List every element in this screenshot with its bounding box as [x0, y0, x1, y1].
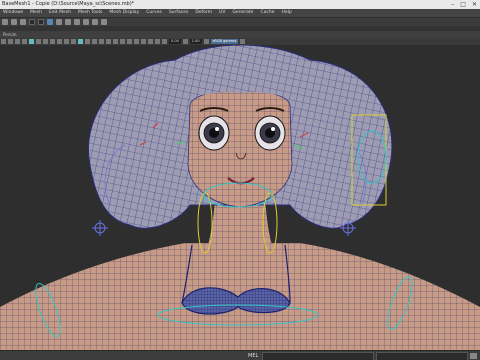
menu-surfaces[interactable]: Surfaces [169, 9, 189, 17]
wireframe-on-shaded-icon[interactable] [92, 39, 97, 44]
minimize-icon[interactable]: – [451, 0, 454, 9]
view-transform-select[interactable]: sRGB gamma [210, 39, 239, 44]
menu-mesh[interactable]: Mesh [30, 9, 42, 17]
bookmark-icon[interactable] [15, 39, 20, 44]
snap-curve-icon[interactable] [65, 19, 71, 25]
grid-icon[interactable] [29, 39, 34, 44]
dropdown-chevron-icon[interactable] [240, 39, 246, 44]
maya-window: BaseMesh1 - Copie (D:\Source\Maya_sc\Sce… [0, 0, 480, 360]
anti-alias-icon[interactable] [134, 39, 139, 44]
panel-menu: Persim [0, 31, 480, 38]
menu-edit-mesh[interactable]: Edit Mesh [49, 9, 71, 17]
status-line [0, 17, 480, 26]
viewport-toolbar: 0.00 1.00 sRGB gamma [0, 38, 480, 45]
depth-of-field-icon[interactable] [141, 39, 146, 44]
right-eye[interactable] [254, 115, 286, 151]
3d-viewport[interactable] [0, 45, 480, 350]
camera-icon[interactable] [1, 39, 6, 44]
panel-menu-label[interactable]: Persim [3, 32, 16, 37]
field-chart-icon[interactable] [57, 39, 62, 44]
window-title: BaseMesh1 - Copie (D:\Source\Maya_sc\Sce… [2, 1, 135, 7]
main-menu-bar: Windows Mesh Edit Mesh Mesh Tools Mesh D… [0, 9, 480, 17]
menu-mesh-tools[interactable]: Mesh Tools [78, 9, 102, 17]
window-controls: – □ ✕ [451, 0, 477, 9]
viewport-canvas[interactable] [0, 45, 480, 350]
wireframe-icon[interactable] [78, 39, 83, 44]
safe-action-icon[interactable] [64, 39, 69, 44]
render-settings-icon[interactable] [101, 19, 107, 25]
menu-curves[interactable]: Curves [146, 9, 162, 17]
menu-uv[interactable]: UV [219, 9, 225, 17]
menu-generate[interactable]: Generate [232, 9, 253, 17]
save-scene-icon[interactable] [20, 19, 26, 25]
gamma-icon [182, 39, 188, 44]
maximize-icon[interactable]: □ [460, 0, 466, 9]
render-icon[interactable] [83, 19, 89, 25]
gamma-field[interactable]: 1.00 [189, 39, 202, 44]
paint-select-icon[interactable] [47, 19, 53, 25]
ambient-occlusion-icon[interactable] [120, 39, 125, 44]
menu-cache[interactable]: Cache [260, 9, 274, 17]
command-result-field [376, 352, 468, 360]
select-icon[interactable] [29, 19, 35, 25]
snap-point-icon[interactable] [74, 19, 80, 25]
left-eye[interactable] [198, 115, 230, 151]
ipr-render-icon[interactable] [92, 19, 98, 25]
lights-icon[interactable] [106, 39, 111, 44]
gate-mask-icon[interactable] [50, 39, 55, 44]
lock-camera-icon[interactable] [8, 39, 13, 44]
lasso-icon[interactable] [38, 19, 44, 25]
shadows-icon[interactable] [113, 39, 118, 44]
open-scene-icon[interactable] [11, 19, 17, 25]
image-plane-icon[interactable] [22, 39, 27, 44]
color-management-icon[interactable] [203, 39, 209, 44]
smooth-shade-icon[interactable] [85, 39, 90, 44]
snap-grid-icon[interactable] [56, 19, 62, 25]
menu-mesh-display[interactable]: Mesh Display [109, 9, 139, 17]
menu-windows[interactable]: Windows [3, 9, 23, 17]
xray-joints-icon[interactable] [162, 39, 167, 44]
close-icon[interactable]: ✕ [472, 0, 477, 9]
motion-blur-icon[interactable] [127, 39, 132, 44]
menu-deform[interactable]: Deform [195, 9, 212, 17]
xray-icon[interactable] [155, 39, 160, 44]
textured-icon[interactable] [99, 39, 104, 44]
script-editor-icon[interactable] [470, 353, 477, 359]
menu-help[interactable]: Help [281, 9, 291, 17]
safe-title-icon[interactable] [71, 39, 76, 44]
command-line: MEL [0, 350, 480, 360]
title-bar: BaseMesh1 - Copie (D:\Source\Maya_sc\Sce… [0, 0, 480, 9]
resolution-gate-icon[interactable] [43, 39, 48, 44]
isolate-select-icon[interactable] [148, 39, 153, 44]
film-gate-icon[interactable] [36, 39, 41, 44]
script-language-label[interactable]: MEL [248, 353, 258, 359]
command-input[interactable] [262, 352, 374, 360]
exposure-field[interactable]: 0.00 [169, 39, 181, 44]
new-scene-icon[interactable] [2, 19, 8, 25]
